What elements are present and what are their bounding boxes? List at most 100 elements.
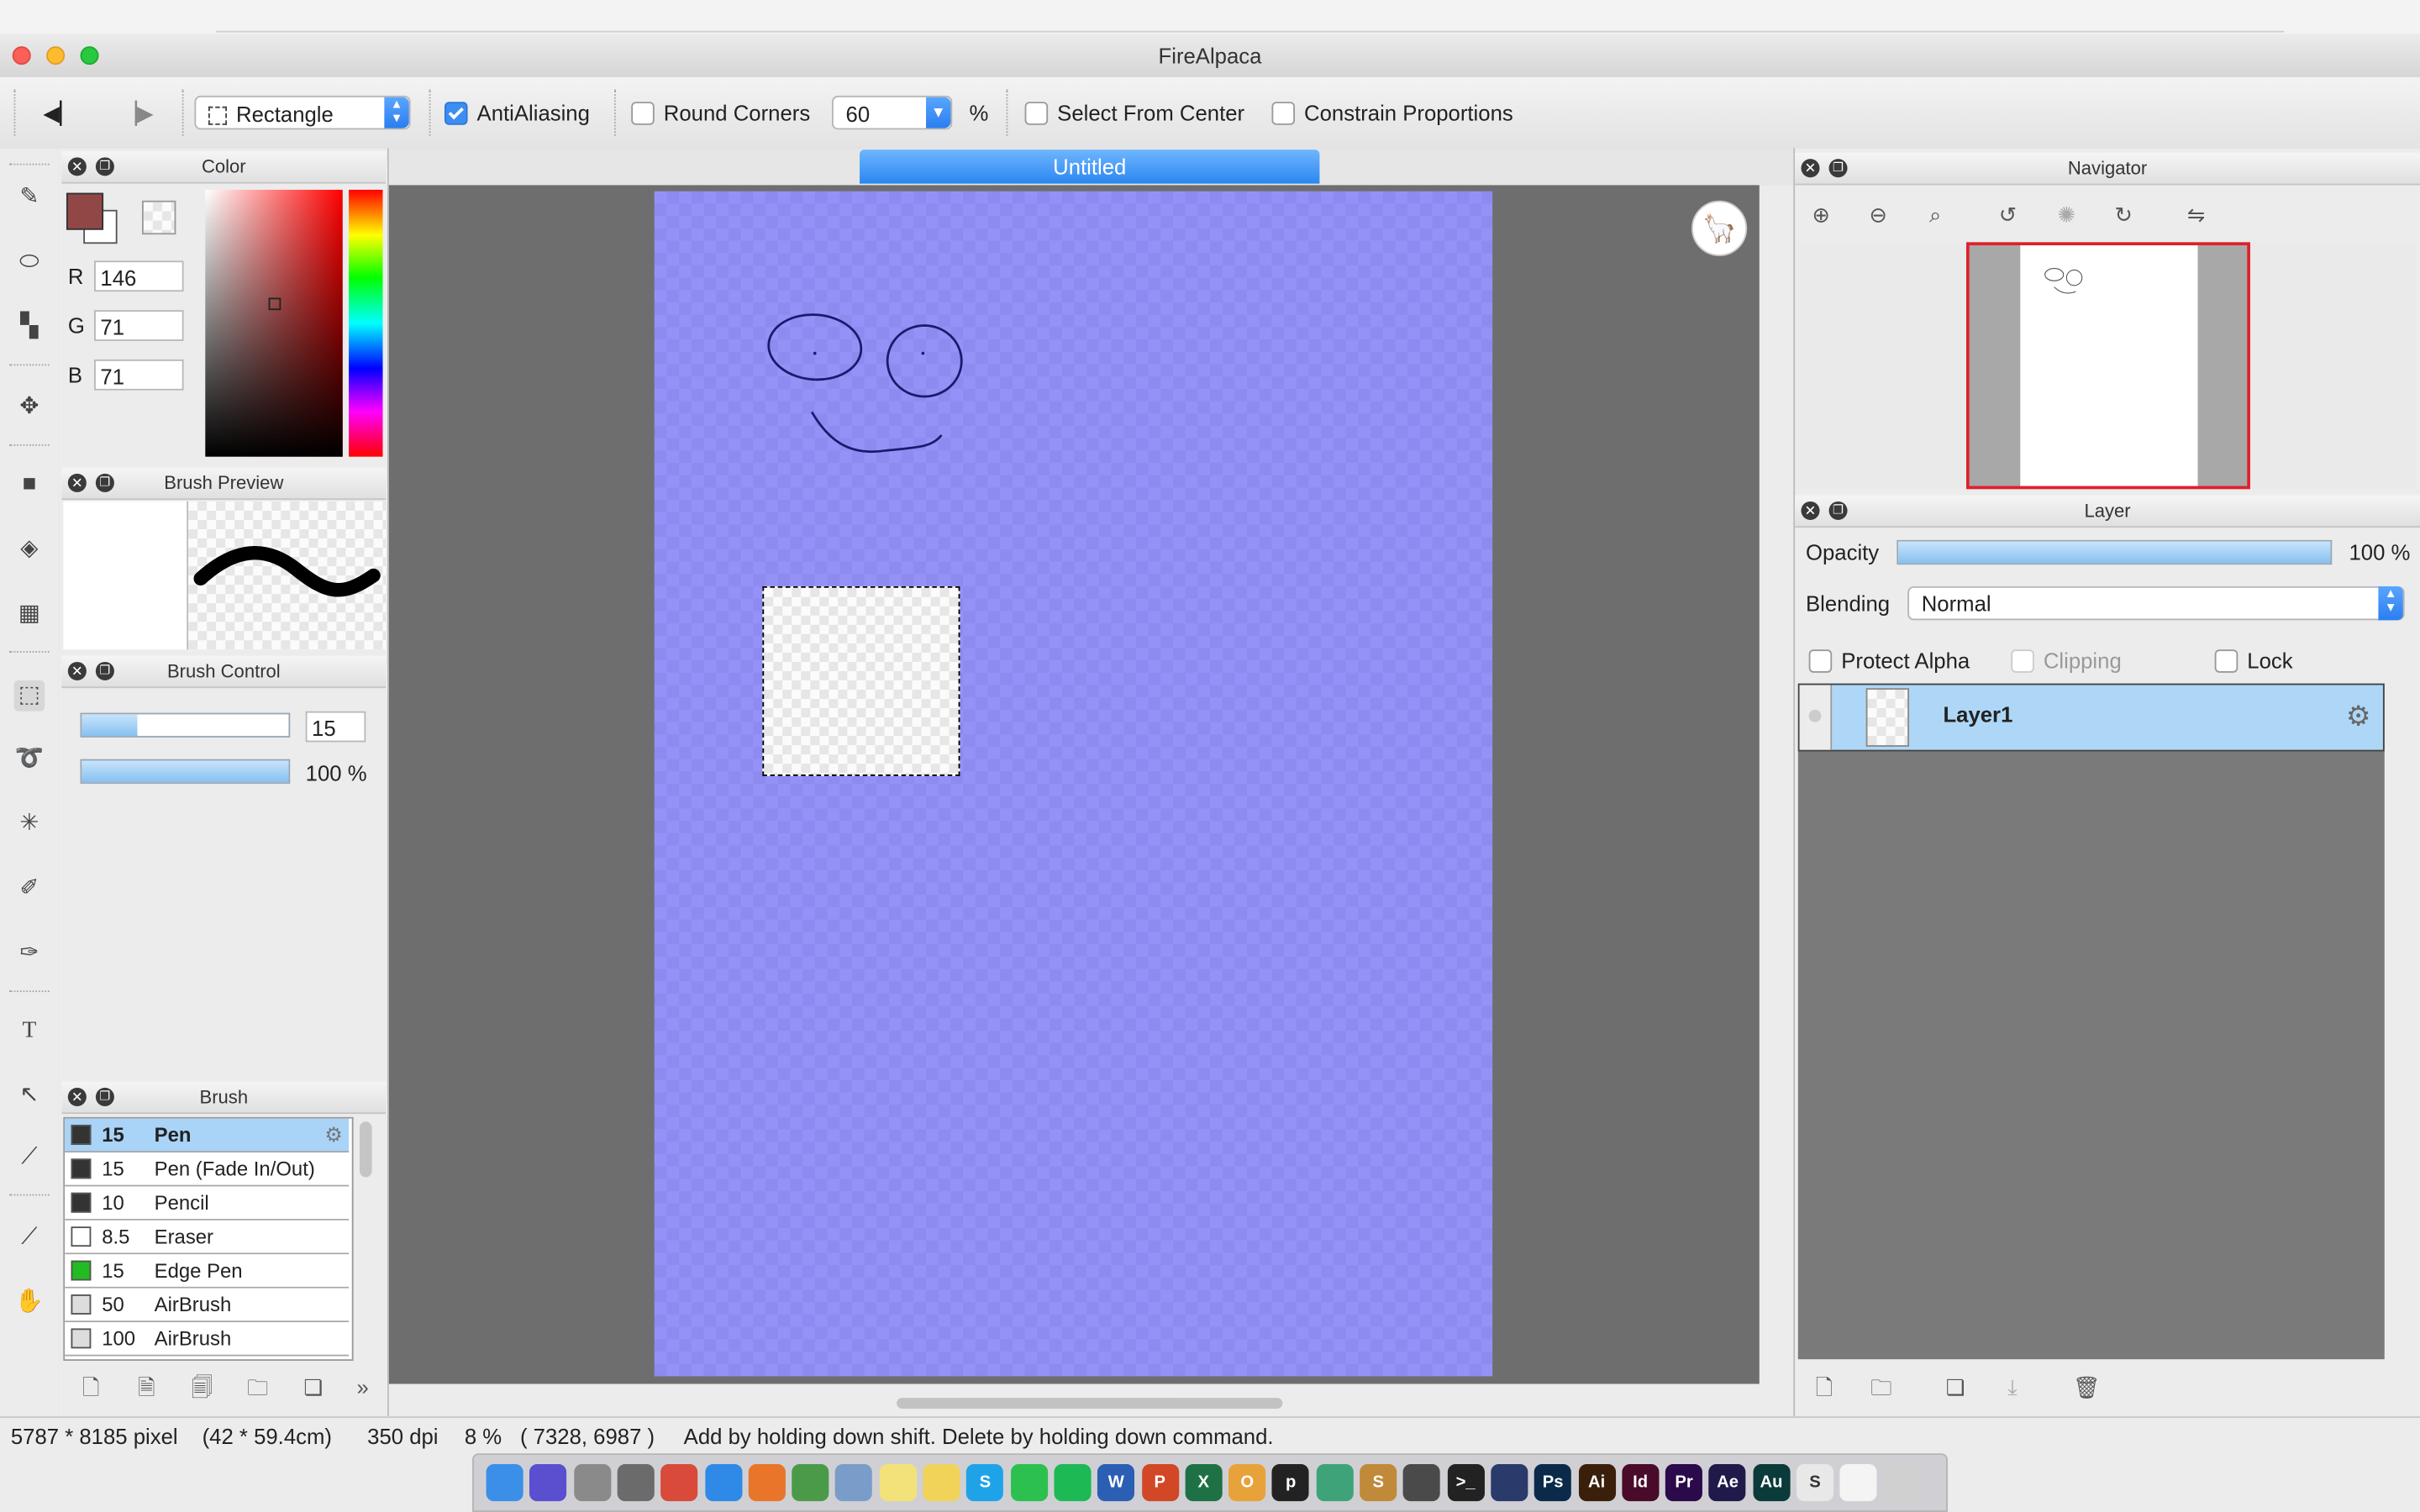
antialiasing-checkbox[interactable]: AntiAliasing xyxy=(444,96,590,129)
zoom-in-icon[interactable]: ⊕ xyxy=(1807,201,1835,228)
next-icon[interactable]: ▕▶ xyxy=(120,96,154,129)
r-value-field[interactable]: 146 xyxy=(94,260,184,292)
system-preferences-icon[interactable] xyxy=(617,1464,655,1502)
books-icon[interactable] xyxy=(1403,1464,1441,1502)
premiere-icon[interactable]: Pr xyxy=(1665,1464,1703,1502)
illustrator-icon[interactable]: Ai xyxy=(1578,1464,1616,1502)
indesign-icon[interactable]: Id xyxy=(1622,1464,1660,1502)
duplicate-brush-icon[interactable]: ❏ xyxy=(299,1373,327,1401)
brush-settings-gear-icon[interactable]: ⚙ xyxy=(324,1119,342,1152)
float-panel-icon[interactable]: ❐ xyxy=(95,661,114,681)
brush-save-icon[interactable]: 🗐 xyxy=(188,1373,216,1401)
after-effects-icon[interactable]: Ae xyxy=(1708,1464,1747,1502)
atom-icon[interactable] xyxy=(1316,1464,1354,1502)
text-tool-icon[interactable]: T xyxy=(14,1016,45,1047)
g-value-field[interactable]: 71 xyxy=(94,310,184,341)
move-tool-icon[interactable]: ✥ xyxy=(14,392,45,423)
new-folder-icon[interactable]: 🗀 xyxy=(1867,1373,1895,1401)
round-corners-checkbox[interactable]: Round Corners xyxy=(631,96,810,129)
select-from-center-checkbox[interactable]: Select From Center xyxy=(1024,96,1244,129)
brush-item[interactable]: 10 Pencil xyxy=(65,1186,350,1221)
float-panel-icon[interactable]: ❐ xyxy=(1828,159,1848,178)
notes-icon[interactable] xyxy=(879,1464,917,1502)
lasso-tool-icon[interactable]: ➰ xyxy=(14,743,45,774)
folder-icon[interactable]: 🗀 xyxy=(244,1373,271,1401)
sublime-icon[interactable]: S xyxy=(1360,1464,1397,1502)
select-tool-icon[interactable]: ⬚ xyxy=(13,680,45,711)
zoom-out-icon[interactable]: ⊖ xyxy=(1865,201,1892,228)
terminal-icon[interactable]: >_ xyxy=(1447,1464,1485,1502)
skype-icon[interactable]: S xyxy=(966,1464,1004,1502)
brush-settings-icon[interactable]: 🗎 xyxy=(133,1373,160,1401)
whatsapp-icon[interactable] xyxy=(1010,1464,1048,1502)
pen-tool-icon[interactable]: ✎ xyxy=(14,182,45,213)
merge-down-icon[interactable]: ⤓ xyxy=(1999,1373,2027,1401)
shape-select[interactable]: Rectangle ▲ ▼ xyxy=(194,95,411,130)
audition-icon[interactable]: Au xyxy=(1752,1464,1791,1502)
siri-icon[interactable] xyxy=(529,1464,567,1502)
fill-rectangle-tool-icon[interactable]: ■ xyxy=(14,469,45,500)
float-panel-icon[interactable]: ❐ xyxy=(95,1087,114,1106)
clipping-checkbox[interactable]: Clipping xyxy=(2011,648,2122,674)
close-panel-icon[interactable]: ✕ xyxy=(67,473,87,492)
operation-tool-icon[interactable]: ↖ xyxy=(14,1080,45,1111)
eyedropper-tool-icon[interactable]: ⟋ xyxy=(14,1222,45,1253)
document-tab[interactable]: Untitled xyxy=(860,150,1320,184)
close-panel-icon[interactable]: ✕ xyxy=(67,1087,87,1106)
corner-value-combo[interactable]: 60 ▼ xyxy=(832,95,953,130)
launchpad-icon[interactable] xyxy=(573,1464,611,1502)
bucket-tool-icon[interactable]: ◈ xyxy=(14,534,45,565)
brush-item[interactable]: 50 AirBrush xyxy=(65,1288,350,1323)
transparent-color-swatch[interactable] xyxy=(141,200,176,235)
chrome-icon[interactable] xyxy=(660,1464,698,1502)
safari-icon[interactable] xyxy=(704,1464,742,1502)
float-panel-icon[interactable]: ❐ xyxy=(95,157,114,176)
blending-select[interactable]: Normal ▲ ▼ xyxy=(1907,585,2405,621)
brush-item[interactable]: 15 Edge Pen xyxy=(65,1254,350,1289)
finder-icon[interactable] xyxy=(486,1464,523,1502)
eraser-tool-icon[interactable]: ⬭ xyxy=(14,247,45,278)
select-pen-tool-icon[interactable]: ✐ xyxy=(14,874,45,905)
brush-opacity-slider[interactable] xyxy=(80,759,291,785)
excel-icon[interactable]: X xyxy=(1185,1464,1223,1502)
reset-rotation-icon[interactable]: ✺ xyxy=(2053,201,2081,228)
select-eraser-tool-icon[interactable]: ✑ xyxy=(14,938,45,969)
document-icon[interactable]: S xyxy=(1796,1464,1834,1502)
rotate-right-icon[interactable]: ↻ xyxy=(2110,201,2138,228)
more-icon[interactable]: » xyxy=(349,1373,376,1401)
layer-row[interactable]: Layer1 ⚙ xyxy=(1797,683,2385,752)
rectangle-selection[interactable] xyxy=(762,585,960,776)
stickies-icon[interactable] xyxy=(923,1464,960,1502)
preview-icon[interactable] xyxy=(835,1464,873,1502)
close-panel-icon[interactable]: ✕ xyxy=(1801,501,1820,520)
trash-icon[interactable] xyxy=(1883,1464,1921,1502)
spotify-icon[interactable] xyxy=(1054,1464,1092,1502)
close-panel-icon[interactable]: ✕ xyxy=(67,661,87,681)
brush-item[interactable]: 100 AirBrush xyxy=(65,1322,350,1357)
new-brush-icon[interactable]: 🗋 xyxy=(77,1373,105,1401)
gradient-tool-icon[interactable]: ▦ xyxy=(14,599,45,630)
protect-alpha-checkbox[interactable]: Protect Alpha xyxy=(1808,648,1970,674)
close-panel-icon[interactable]: ✕ xyxy=(1801,159,1820,178)
brush-size-slider[interactable] xyxy=(80,712,291,738)
photoshop-icon[interactable]: Ps xyxy=(1534,1464,1572,1502)
magic-wand-tool-icon[interactable]: ✳ xyxy=(14,808,45,839)
saturation-value-picker[interactable] xyxy=(205,189,343,457)
canvas-horizontal-scrollbar[interactable] xyxy=(897,1398,1283,1409)
float-panel-icon[interactable]: ❐ xyxy=(1828,501,1848,520)
brush-item[interactable]: 8.5 Eraser xyxy=(65,1220,350,1255)
gear-icon[interactable]: ⚙ xyxy=(2346,701,2371,733)
navigator-view-frame[interactable] xyxy=(1966,242,2250,490)
layer-visibility-toggle[interactable] xyxy=(1799,685,1833,750)
cinema4d-icon[interactable] xyxy=(1491,1464,1528,1502)
opera-icon[interactable]: O xyxy=(1228,1464,1266,1502)
firealpaca-icon[interactable] xyxy=(1839,1464,1878,1502)
trash-icon[interactable]: 🗑 xyxy=(2073,1373,2101,1401)
word-icon[interactable]: W xyxy=(1097,1464,1135,1502)
b-value-field[interactable]: 71 xyxy=(94,359,184,391)
brush-item[interactable]: 15 Pen ⚙ xyxy=(65,1118,350,1153)
powerpoint-icon[interactable]: P xyxy=(1141,1464,1179,1502)
hue-slider[interactable] xyxy=(349,189,383,457)
constrain-proportions-checkbox[interactable]: Constrain Proportions xyxy=(1271,96,1513,129)
float-panel-icon[interactable]: ❐ xyxy=(95,473,114,492)
